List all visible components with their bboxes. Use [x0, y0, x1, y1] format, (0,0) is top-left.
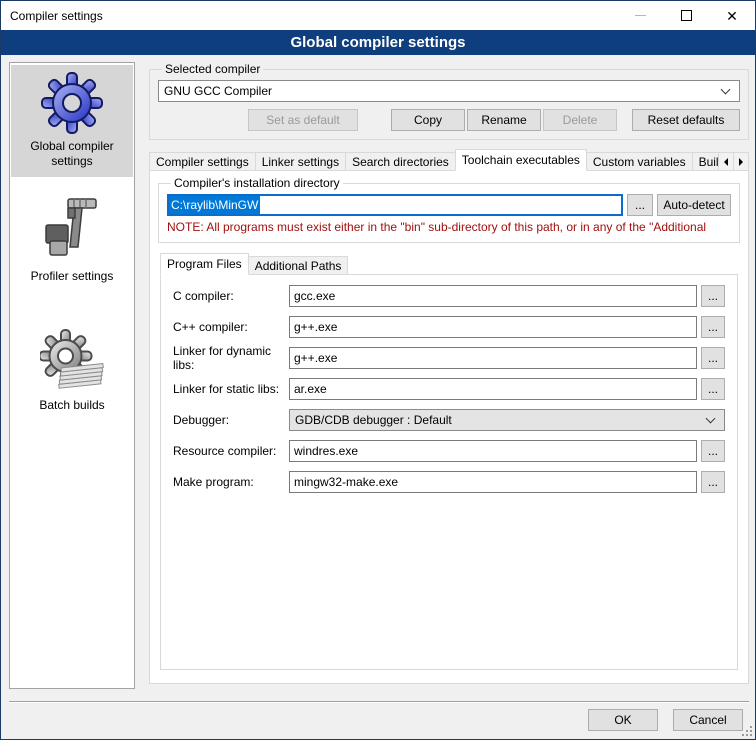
make-program-browse-button[interactable]: ...: [701, 471, 725, 493]
debugger-label: Debugger:: [173, 413, 289, 427]
c-compiler-row: C compiler:...: [173, 285, 725, 307]
delete-button[interactable]: Delete: [543, 109, 617, 131]
close-button[interactable]: ✕: [709, 1, 755, 30]
selected-compiler-group: Selected compiler GNU GCC Compiler Set a…: [149, 62, 749, 140]
dynamic-linker-row: Linker for dynamic libs:...: [173, 347, 725, 369]
reset-defaults-button[interactable]: Reset defaults: [632, 109, 740, 131]
tab-scroll-arrows: [719, 152, 749, 171]
tab-toolchain-executables[interactable]: Toolchain executables: [455, 149, 587, 171]
footer-divider: [9, 701, 749, 703]
tab-search-directories[interactable]: Search directories: [345, 152, 456, 171]
install-dir-value: C:\raylib\MinGW: [169, 196, 260, 214]
debugger-value: GDB/CDB debugger : Default: [290, 413, 701, 427]
install-dir-browse-button[interactable]: ...: [627, 194, 653, 216]
c-compiler-label: C compiler:: [173, 289, 289, 303]
debugger-row: Debugger:GDB/CDB debugger : Default: [173, 409, 725, 431]
tab-scroll-left-icon: [724, 158, 728, 166]
make-program-label: Make program:: [173, 475, 289, 489]
minimize-button[interactable]: [617, 1, 663, 30]
cpp-compiler-row: C++ compiler:...: [173, 316, 725, 338]
sidebar-item-batch-builds[interactable]: Batch builds: [11, 322, 133, 421]
page-title: Global compiler settings: [1, 30, 755, 55]
selected-compiler-group-label: Selected compiler: [162, 62, 263, 76]
dynamic-linker-browse-button[interactable]: ...: [701, 347, 725, 369]
selected-compiler-dropdown[interactable]: GNU GCC Compiler: [158, 80, 740, 102]
compiler-actions: Set as default Copy Rename Delete Reset …: [158, 109, 740, 131]
program-files-notebook: Program FilesAdditional Paths C compiler…: [160, 253, 738, 670]
cpp-compiler-label: C++ compiler:: [173, 320, 289, 334]
outer-tab-strip: Compiler settingsLinker settingsSearch d…: [149, 149, 719, 171]
inner-tab-bar: Program FilesAdditional Paths: [160, 253, 738, 275]
debugger-dropdown[interactable]: GDB/CDB debugger : Default: [289, 409, 725, 431]
static-linker-label: Linker for static libs:: [173, 382, 289, 396]
ok-button[interactable]: OK: [588, 709, 658, 731]
static-linker-row: Linker for static libs:...: [173, 378, 725, 400]
inner-tab-strip: Program FilesAdditional Paths: [160, 253, 730, 275]
static-linker-browse-button[interactable]: ...: [701, 378, 725, 400]
c-compiler-input[interactable]: [289, 285, 697, 307]
set-as-default-button[interactable]: Set as default: [248, 109, 358, 131]
static-linker-input[interactable]: [289, 378, 697, 400]
dynamic-linker-label: Linker for dynamic libs:: [173, 344, 289, 372]
chevron-down-icon: [706, 413, 716, 423]
auto-detect-button[interactable]: Auto-detect: [657, 194, 731, 216]
subtab-additional-paths[interactable]: Additional Paths: [248, 256, 349, 275]
selected-compiler-value: GNU GCC Compiler: [159, 84, 716, 98]
resource-compiler-input[interactable]: [289, 440, 697, 462]
install-dir-input[interactable]: C:\raylib\MinGW: [167, 194, 623, 216]
resize-grip-icon[interactable]: [742, 726, 752, 736]
window-controls: ✕: [617, 1, 755, 30]
settings-sidebar: Global compiler settings Profiler settin…: [9, 62, 135, 689]
cpp-compiler-browse-button[interactable]: ...: [701, 316, 725, 338]
resource-compiler-label: Resource compiler:: [173, 444, 289, 458]
maximize-icon: [681, 10, 692, 21]
make-program-input[interactable]: [289, 471, 697, 493]
dialog-footer: OK Cancel: [9, 709, 743, 731]
settings-notebook: Compiler settingsLinker settingsSearch d…: [149, 149, 749, 684]
close-icon: ✕: [726, 9, 738, 23]
title-bar: Compiler settings ✕: [1, 1, 755, 30]
calipers-icon: [40, 195, 104, 265]
sidebar-item-label: Global compiler settings: [11, 139, 133, 169]
tab-build-options[interactable]: Build options: [692, 152, 719, 171]
sidebar-item-label: Batch builds: [11, 398, 133, 413]
program-files-page: C compiler:...C++ compiler:...Linker for…: [160, 274, 738, 670]
compiler-settings-dialog: Compiler settings ✕ Global compiler sett…: [0, 0, 756, 740]
c-compiler-browse-button[interactable]: ...: [701, 285, 725, 307]
make-program-row: Make program:...: [173, 471, 725, 493]
blue-gear-icon: [40, 71, 104, 135]
maximize-button[interactable]: [663, 1, 709, 30]
cancel-button[interactable]: Cancel: [673, 709, 743, 731]
install-dir-row: C:\raylib\MinGW ... Auto-detect: [167, 194, 731, 216]
install-dir-group-label: Compiler's installation directory: [171, 176, 343, 190]
tab-linker-settings[interactable]: Linker settings: [255, 152, 346, 171]
install-dir-group: Compiler's installation directory C:\ray…: [158, 176, 740, 243]
toolchain-fields: C compiler:...C++ compiler:...Linker for…: [173, 285, 725, 493]
tab-scroll-left-button[interactable]: [718, 152, 734, 171]
chevron-down-icon: [721, 84, 731, 94]
window-title: Compiler settings: [1, 9, 103, 23]
tab-compiler-settings[interactable]: Compiler settings: [149, 152, 256, 171]
copy-button[interactable]: Copy: [391, 109, 465, 131]
sidebar-item-profiler-settings[interactable]: Profiler settings: [11, 189, 133, 292]
sidebar-item-global-compiler-settings[interactable]: Global compiler settings: [11, 65, 133, 177]
cpp-compiler-input[interactable]: [289, 316, 697, 338]
resource-compiler-browse-button[interactable]: ...: [701, 440, 725, 462]
tab-scroll-right-button[interactable]: [733, 152, 749, 171]
rename-button[interactable]: Rename: [467, 109, 541, 131]
tab-bar: Compiler settingsLinker settingsSearch d…: [149, 149, 749, 171]
subtab-program-files[interactable]: Program Files: [160, 253, 249, 275]
tab-scroll-right-icon: [739, 158, 743, 166]
toolchain-executables-page: Compiler's installation directory C:\ray…: [149, 170, 749, 684]
install-dir-note: NOTE: All programs must exist either in …: [167, 220, 731, 234]
sidebar-item-label: Profiler settings: [11, 269, 133, 284]
dynamic-linker-input[interactable]: [289, 347, 697, 369]
tab-custom-variables[interactable]: Custom variables: [586, 152, 693, 171]
minimize-icon: [635, 15, 646, 16]
resource-compiler-row: Resource compiler:...: [173, 440, 725, 462]
main-panel: Selected compiler GNU GCC Compiler Set a…: [149, 62, 749, 684]
gear-stack-icon: [40, 328, 104, 394]
